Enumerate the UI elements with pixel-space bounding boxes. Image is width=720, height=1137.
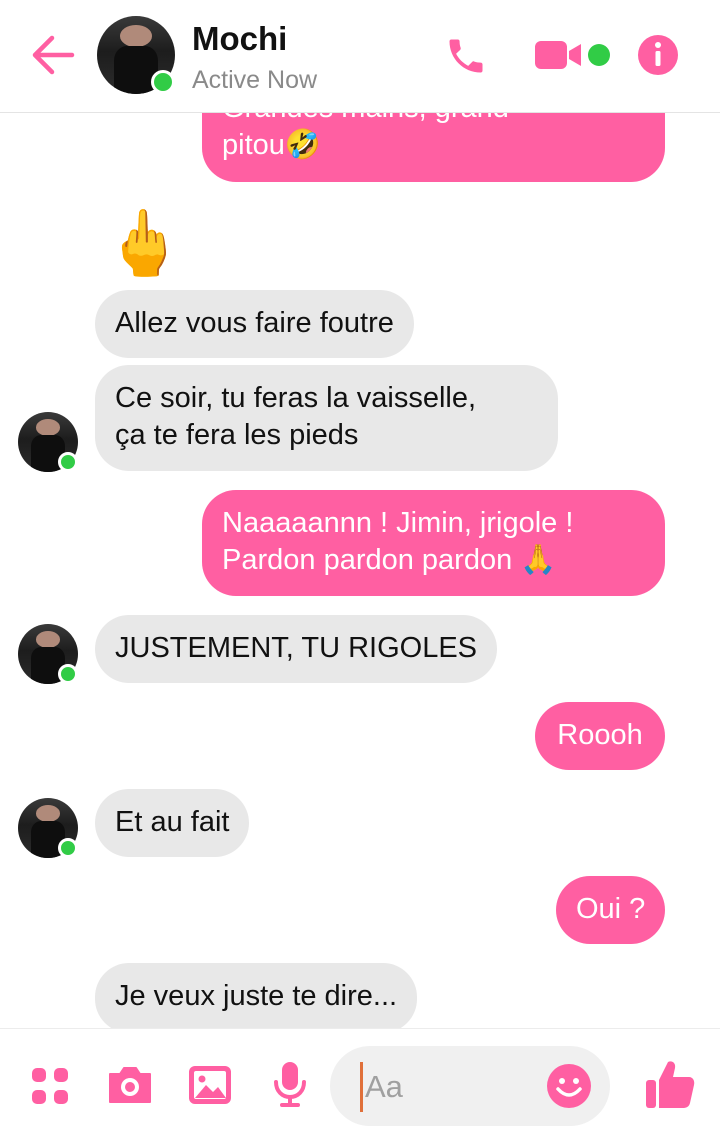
contact-avatar[interactable] — [97, 16, 175, 94]
video-active-indicator — [588, 44, 610, 66]
online-indicator — [58, 664, 78, 684]
phone-icon[interactable] — [444, 34, 488, 78]
message-bubble-outgoing[interactable]: Grandes mains, grand pitou🤣 — [202, 112, 665, 182]
sender-avatar[interactable] — [18, 412, 78, 472]
online-indicator — [58, 452, 78, 472]
online-indicator — [58, 838, 78, 858]
message-text: pitou🤣 — [222, 129, 321, 161]
microphone-icon[interactable] — [272, 1060, 308, 1110]
apps-grid-icon[interactable] — [30, 1066, 70, 1106]
message-line: ça te fera les pieds — [115, 419, 359, 451]
info-icon[interactable] — [636, 33, 680, 77]
sender-avatar[interactable] — [18, 624, 78, 684]
message-bubble-outgoing[interactable]: Roooh — [535, 702, 665, 770]
sender-avatar[interactable] — [18, 798, 78, 858]
gallery-icon[interactable] — [187, 1064, 233, 1106]
message-bubble-incoming[interactable]: Et au fait — [95, 789, 250, 857]
emoji-icon[interactable] — [546, 1063, 592, 1109]
message-line: Pardon pardon pardon 🙏 — [222, 544, 557, 576]
message-bubble-incoming[interactable]: Allez vous faire foutre — [95, 290, 414, 358]
video-camera-icon[interactable] — [533, 37, 583, 73]
message-bubble-incoming[interactable]: JUSTEMENT, TU RIGOLES — [95, 615, 498, 683]
back-arrow-icon[interactable] — [28, 30, 78, 80]
message-line: Naaaaannn ! Jimin, jrigole ! — [222, 507, 574, 539]
message-bubble-incoming[interactable]: Je veux juste te dire... — [95, 963, 418, 1028]
chat-header: Mochi Active Now — [0, 0, 720, 113]
middle-finger-emoji[interactable]: 🖕 — [104, 208, 184, 278]
message-input[interactable] — [360, 1062, 537, 1112]
message-thread[interactable]: Grandes mains, grand pitou🤣 🖕 Allez vous… — [0, 112, 720, 1028]
contact-name[interactable]: Mochi — [192, 20, 287, 58]
message-text: Grandes mains, grand — [222, 112, 645, 127]
contact-status: Active Now — [192, 66, 318, 94]
online-indicator — [151, 70, 175, 94]
message-bubble-outgoing[interactable]: Naaaaannn ! Jimin, jrigole ! Pardon pard… — [202, 490, 665, 596]
camera-icon[interactable] — [106, 1064, 154, 1106]
thumbs-up-icon[interactable] — [644, 1058, 696, 1110]
message-line: Ce soir, tu feras la vaisselle, — [115, 382, 477, 414]
message-input-container[interactable] — [330, 1046, 610, 1126]
message-bubble-outgoing[interactable]: Oui ? — [556, 876, 665, 944]
message-bubble-incoming[interactable]: Ce soir, tu feras la vaisselle, ça te fe… — [95, 365, 558, 471]
